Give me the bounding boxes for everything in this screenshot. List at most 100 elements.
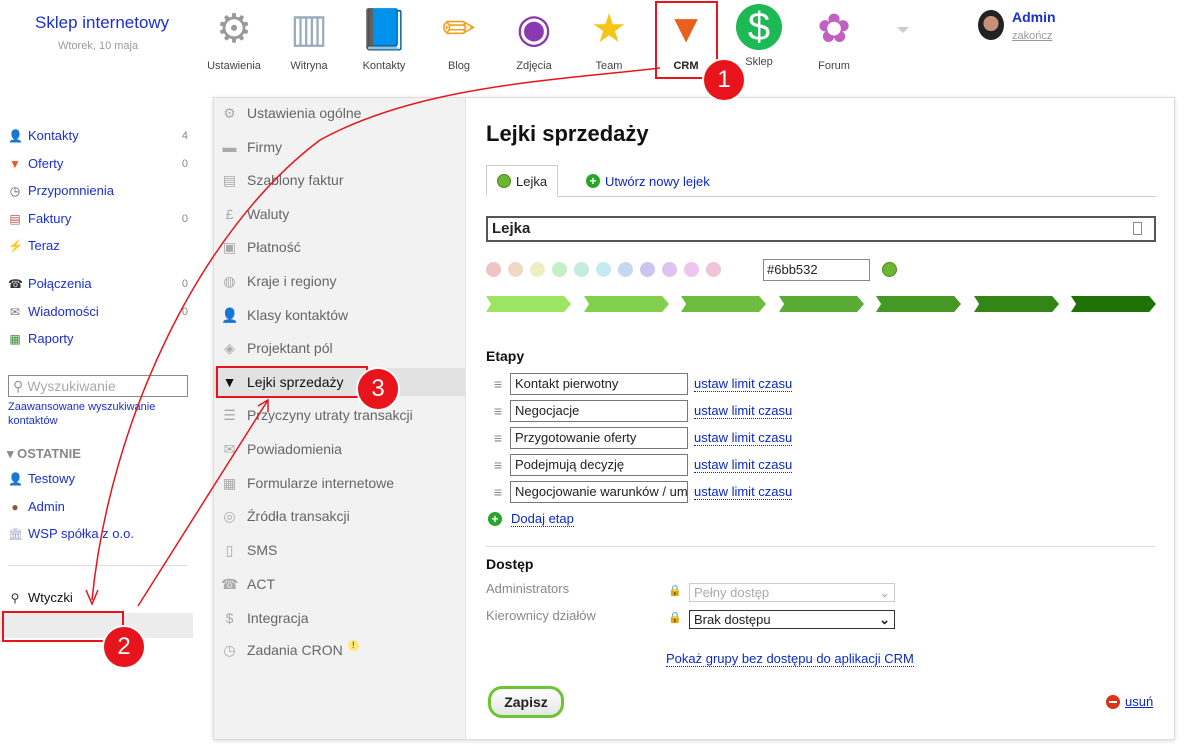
color-swatch[interactable]	[618, 262, 633, 277]
recent-title: OSTATNIE	[17, 446, 81, 461]
recent-header[interactable]: ▾ OSTATNIE	[7, 446, 81, 462]
color-swatch[interactable]	[662, 262, 677, 277]
set-time-limit-link[interactable]: ustaw limit czasu	[694, 430, 793, 446]
set-time-limit-link[interactable]: ustaw limit czasu	[694, 457, 793, 473]
app-witryna[interactable]: ▥ Witryna	[272, 4, 346, 72]
app-zdjęcia[interactable]: ◉ Zdjęcia	[497, 4, 571, 72]
search-icon: ⚲	[13, 377, 24, 394]
color-swatch[interactable]	[640, 262, 655, 277]
app-sklep[interactable]: $ Sklep	[722, 4, 796, 68]
settings-nav-klasy-kontakt-w[interactable]: 👤 Klasy kontaktów	[214, 301, 466, 329]
payment-icon: ▣	[222, 238, 237, 255]
logout-link[interactable]: zakończ	[1012, 30, 1052, 42]
sidebar-item-po-czenia[interactable]: ☎ Połączenia 0	[8, 276, 188, 291]
stage-name-input[interactable]: Kontakt pierwotny	[510, 373, 688, 395]
settings-nav-zadania-cron[interactable]: ◷ Zadania CRON!	[214, 636, 466, 664]
sidebar-item-wsp-sp-ka-z-o-o-[interactable]: 🏛 WSP spółka z o.o.	[8, 526, 188, 541]
funnel-name-input[interactable]: Lejka	[486, 216, 1156, 242]
settings-nav-act[interactable]: ☎ ACT	[214, 570, 466, 598]
drag-handle-icon[interactable]: ≡	[486, 457, 510, 473]
sidebar-item-przypomnienia[interactable]: ◷ Przypomnienia	[8, 183, 188, 198]
color-swatch[interactable]	[684, 262, 699, 277]
settings-nav-projektant-p-l[interactable]: ◈ Projektant pól	[214, 334, 466, 362]
nav-label: Integracja	[247, 610, 309, 626]
add-stage-button[interactable]: + Dodaj etap	[486, 508, 574, 530]
set-time-limit-link[interactable]: ustaw limit czasu	[694, 376, 793, 392]
show-groups-link[interactable]: Pokaż grupy bez dostępu do aplikacji CRM	[666, 651, 914, 667]
color-swatch[interactable]	[552, 262, 567, 277]
settings-nav-kraje-i-regiony[interactable]: ◍ Kraje i regiony	[214, 267, 466, 295]
access-select-managers[interactable]: Brak dostępu ⌄	[689, 610, 895, 629]
settings-nav-waluty[interactable]: £ Waluty	[214, 200, 466, 228]
settings-nav-ustawienia-og-lne[interactable]: ⚙ Ustawienia ogólne	[214, 99, 466, 127]
settings-nav-formularze-internetowe[interactable]: ▦ Formularze internetowe	[214, 469, 466, 497]
sidebar-item-label: WSP spółka z o.o.	[28, 526, 134, 541]
sidebar-item-testowy[interactable]: 👤 Testowy	[8, 471, 188, 486]
settings-nav--r-d-a-transakcji[interactable]: ◎ Źródła transakcji	[214, 502, 466, 530]
stage-name-input[interactable]: Negocjowanie warunków / umowy	[510, 481, 688, 503]
color-swatch[interactable]	[596, 262, 611, 277]
settings-nav-sms[interactable]: ▯ SMS	[214, 536, 466, 564]
color-swatch[interactable]	[574, 262, 589, 277]
delete-button[interactable]: usuń	[1106, 694, 1153, 709]
stage-name-input[interactable]: Podejmują decyzję	[510, 454, 688, 476]
color-hex-input[interactable]: #6bb532	[763, 259, 870, 281]
settings-nav-firmy[interactable]: ▬ Firmy	[214, 133, 466, 161]
app-kontakty[interactable]: 📘 Kontakty	[347, 4, 421, 73]
sidebar-item-count: 4	[181, 129, 188, 142]
stage-name-input[interactable]: Przygotowanie oferty	[510, 427, 688, 449]
sidebar-item-kontakty[interactable]: 👤 Kontakty 4	[8, 128, 188, 143]
lightning-icon: ⚡	[8, 238, 23, 253]
app-ustawienia[interactable]: ⚙ Ustawienia	[197, 4, 271, 72]
advanced-search-link[interactable]: Zaawansowane wyszukiwanie kontaktów	[8, 400, 183, 428]
sidebar-item-count: 0	[181, 157, 188, 170]
sidebar-item-wiadomo-ci[interactable]: ✉ Wiadomości 0	[8, 304, 188, 319]
drag-handle-icon[interactable]: ≡	[486, 484, 510, 500]
plus-icon: +	[586, 174, 600, 188]
settings-nav-p-atno-[interactable]: ▣ Płatność	[214, 233, 466, 261]
color-swatch[interactable]	[530, 262, 545, 277]
set-time-limit-link[interactable]: ustaw limit czasu	[694, 484, 793, 500]
color-swatch[interactable]	[508, 262, 523, 277]
access-select-administrators[interactable]: Pełny dostęp ⌄	[689, 583, 895, 602]
settings-nav-integracja[interactable]: $ Integracja	[214, 604, 466, 632]
sidebar-item-raporty[interactable]: ▦ Raporty	[8, 331, 188, 346]
stage-name-input[interactable]: Negocjacje	[510, 400, 688, 422]
sidebar-item-admin[interactable]: ● Admin	[8, 499, 188, 514]
set-time-limit-link[interactable]: ustaw limit czasu	[694, 403, 793, 419]
sidebar-item-wtyczki[interactable]: ⚲ Wtyczki	[8, 590, 188, 605]
settings-nav-przyczyny-utraty-transakcji[interactable]: ☰ Przyczyny utraty transakcji	[214, 401, 466, 429]
stage-row: ≡ Kontakt pierwotny ustaw limit czasu	[486, 373, 793, 395]
settings-nav-lejki-sprzeda-y[interactable]: ▼ Lejki sprzedaży	[214, 368, 466, 396]
app-label: Kontakty	[362, 60, 406, 72]
app-team[interactable]: ★ Team	[572, 4, 646, 72]
save-button[interactable]: Zapisz	[488, 686, 564, 718]
numbered-list-icon: ☰	[223, 406, 236, 423]
settings-nav-powiadomienia[interactable]: ✉ Powiadomienia	[214, 435, 466, 463]
selected-color-swatch	[882, 262, 897, 277]
user-name[interactable]: Admin	[1012, 9, 1056, 25]
settings-nav-szablony-faktur[interactable]: ▤ Szablony faktur	[214, 166, 466, 194]
more-apps-chevron-icon[interactable]	[897, 27, 909, 33]
color-swatch[interactable]	[486, 262, 501, 277]
sidebar-item-label: Oferty	[28, 156, 64, 171]
chevron-down-icon: ⌄	[879, 584, 890, 600]
tab-lejka[interactable]: Lejka	[486, 165, 559, 197]
stage-chevron	[779, 296, 864, 312]
drag-handle-icon[interactable]: ≡	[486, 376, 510, 392]
search-input[interactable]: ⚲ Wyszukiwanie	[8, 375, 188, 397]
star-person-icon: ★	[591, 7, 627, 51]
sidebar-item-faktury[interactable]: ▤ Faktury 0	[8, 211, 188, 226]
tab-create-funnel[interactable]: + Utwórz nowy lejek	[576, 165, 720, 197]
sidebar-item-oferty[interactable]: ▼ Oferty 0	[8, 156, 188, 171]
drag-handle-icon[interactable]: ≡	[486, 430, 510, 446]
sidebar-item-label: Wiadomości	[28, 304, 99, 319]
stage-row: ≡ Podejmują decyzję ustaw limit czasu	[486, 454, 793, 476]
app-title[interactable]: Sklep internetowy	[35, 13, 169, 33]
drag-handle-icon[interactable]: ≡	[486, 403, 510, 419]
app-forum[interactable]: ✿ Forum	[797, 4, 871, 72]
app-blog[interactable]: ✏ Blog	[422, 4, 496, 72]
color-swatch[interactable]	[706, 262, 721, 277]
sidebar-item-teraz[interactable]: ⚡ Teraz	[8, 238, 188, 253]
funnel-icon: ▼	[222, 374, 237, 390]
